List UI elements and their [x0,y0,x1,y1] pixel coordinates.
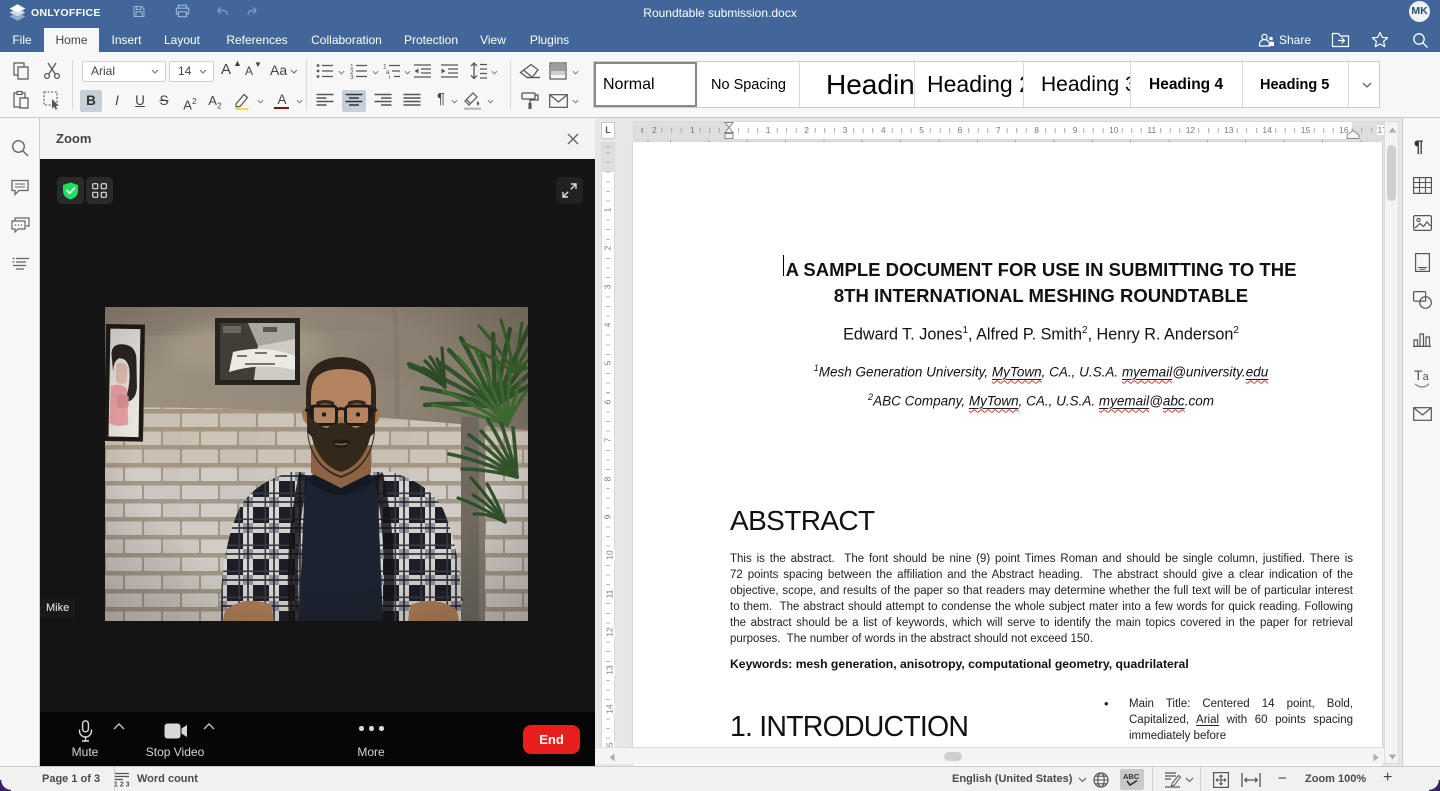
svg-text:1 2 3: 1 2 3 [114,782,130,788]
svg-text:3: 3 [350,74,354,79]
svg-text:i: i [389,75,390,80]
svg-text:ABC: ABC [1123,772,1140,781]
